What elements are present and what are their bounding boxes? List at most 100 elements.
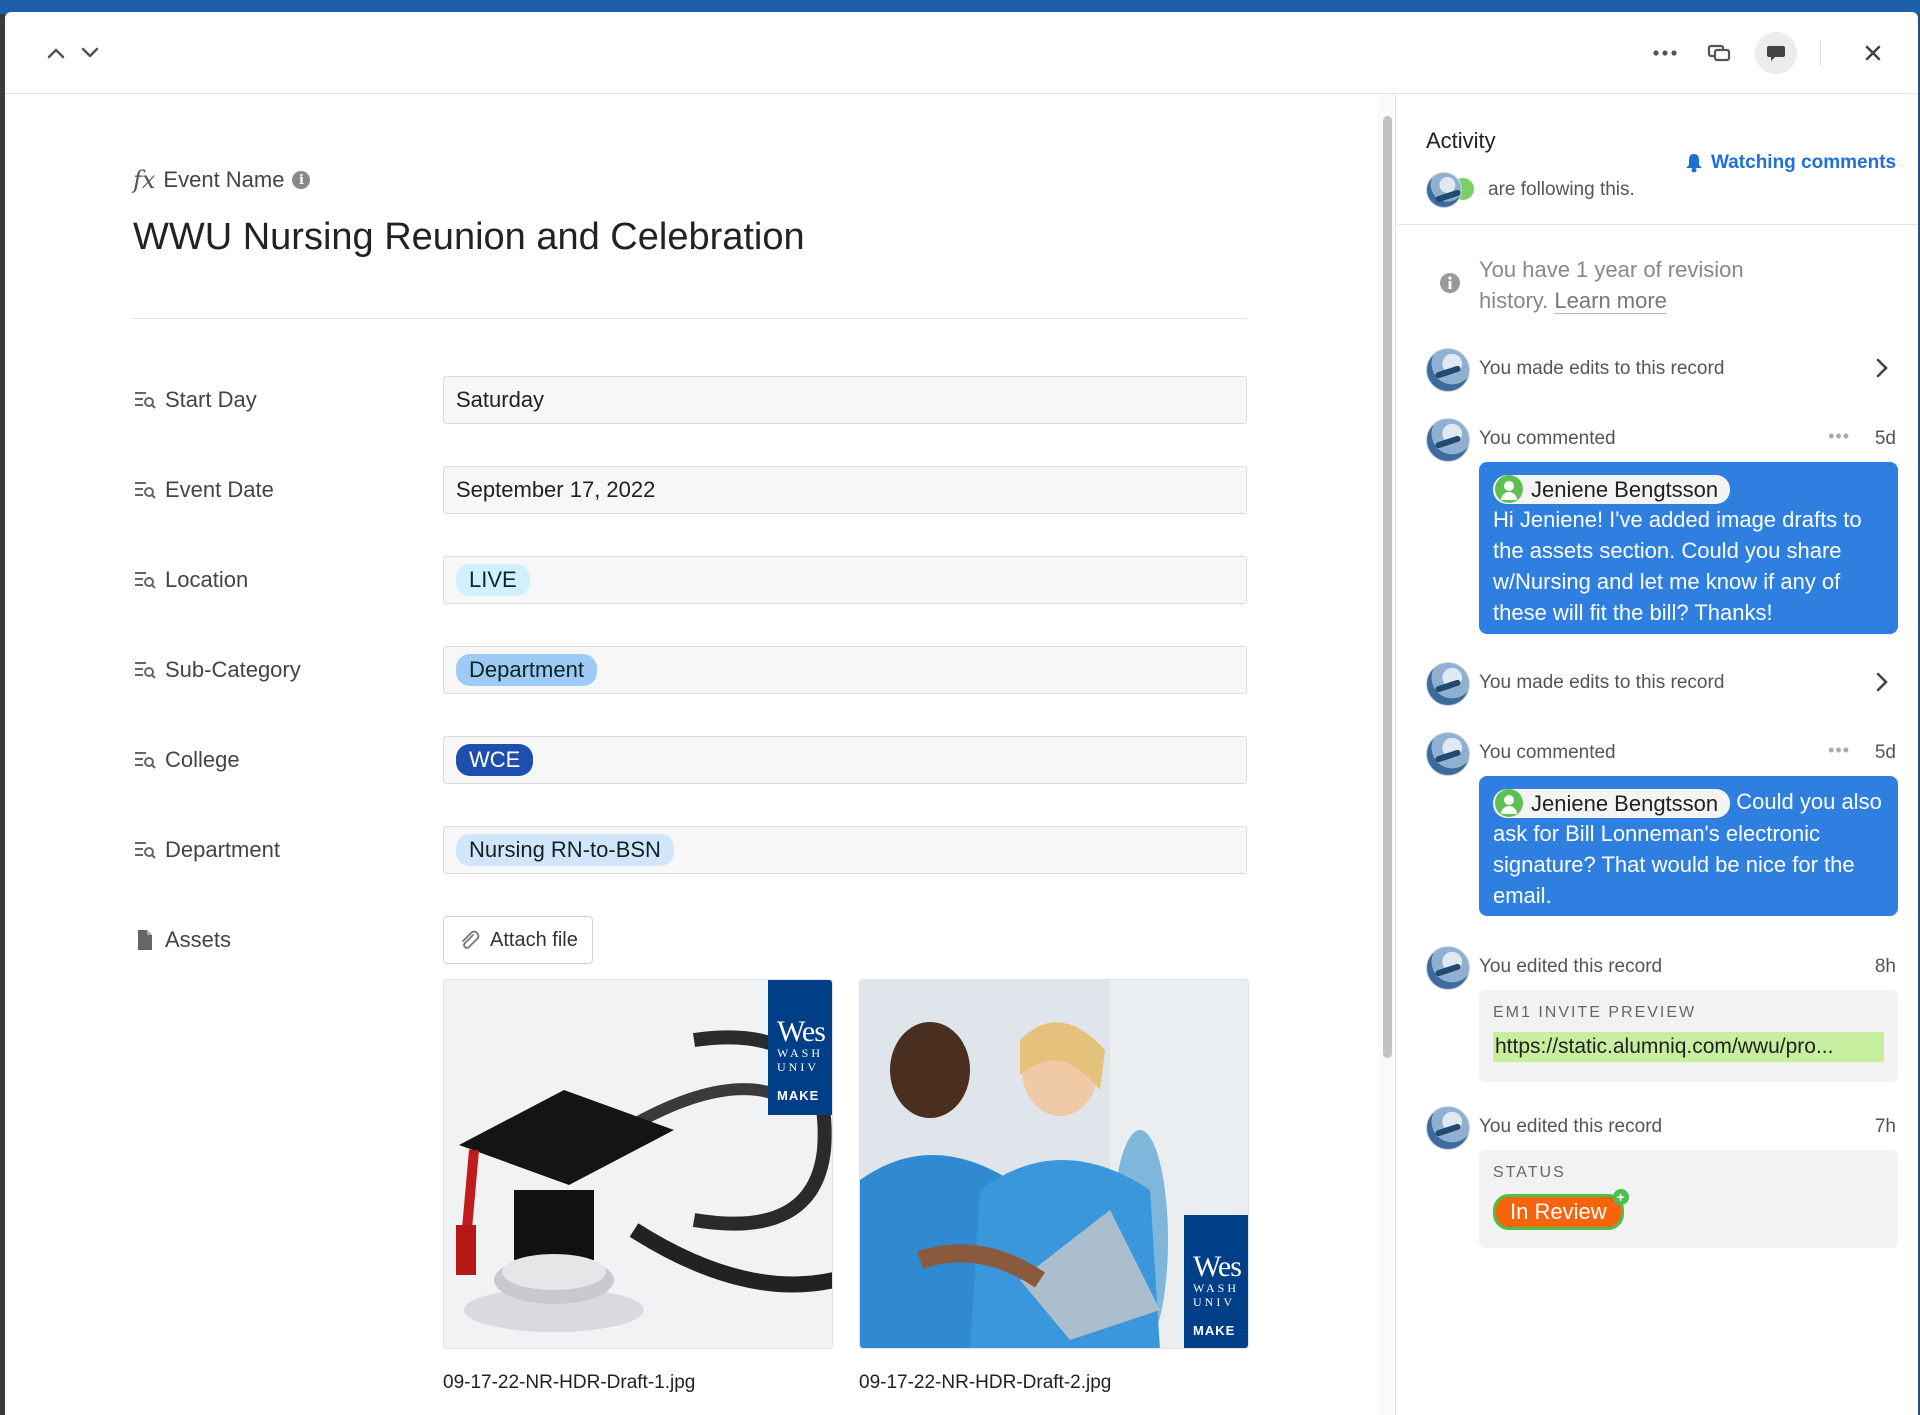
activity-event-comment: You commented ••• 5d Jeniene Bengtsson C… bbox=[1426, 732, 1898, 922]
sub-category-pill: Department bbox=[456, 654, 597, 686]
activity-event-edit[interactable]: You made edits to this record bbox=[1426, 662, 1896, 706]
field-label-text: Location bbox=[165, 567, 249, 592]
avatar bbox=[1426, 348, 1470, 392]
field-label: Start Day bbox=[133, 376, 257, 424]
activity-event-status-edit: You edited this record 7h STATUS In Revi… bbox=[1426, 1106, 1898, 1256]
field-row-department: Department Nursing RN-to-BSN bbox=[133, 826, 1247, 874]
logo-text: WASH bbox=[1193, 1281, 1240, 1295]
ellipsis-icon bbox=[1653, 50, 1677, 56]
bell-icon bbox=[1686, 154, 1702, 173]
asset-filename-1[interactable]: 09-17-22-NR-HDR-Draft-1.jpg bbox=[443, 1372, 695, 1394]
sub-category-value[interactable]: Department bbox=[443, 646, 1247, 694]
wwu-logo-badge: Wes WASH UNIV MAKE bbox=[1184, 1215, 1248, 1348]
followers-row: are following this. bbox=[1426, 172, 1635, 208]
field-label: Event Date bbox=[133, 466, 274, 514]
chevron-right-icon bbox=[1876, 672, 1888, 692]
field-label-text: Event Name bbox=[163, 167, 285, 192]
activity-event-edit[interactable]: You made edits to this record bbox=[1426, 348, 1896, 392]
learn-more-link[interactable]: Learn more bbox=[1554, 288, 1667, 314]
chevron-right-icon bbox=[1876, 358, 1888, 378]
scrollbar-thumb[interactable] bbox=[1383, 116, 1392, 1058]
attach-file-button[interactable]: Attach file bbox=[443, 916, 593, 964]
lookup-icon bbox=[135, 752, 156, 769]
avatar bbox=[1426, 418, 1470, 462]
event-text: You made edits to this record bbox=[1479, 358, 1725, 379]
status-text: In Review bbox=[1510, 1199, 1607, 1224]
college-pill: WCE bbox=[456, 744, 534, 776]
college-value[interactable]: WCE bbox=[443, 736, 1247, 784]
field-label: Department bbox=[133, 826, 280, 874]
wwu-logo-badge: Wes WASH UNIV MAKE bbox=[768, 980, 832, 1115]
activity-event-field-edit: You edited this record 8h EM1 INVITE PRE… bbox=[1426, 946, 1898, 1096]
asset-thumbnail-1[interactable]: Wes WASH UNIV MAKE bbox=[443, 979, 833, 1349]
event-text: You commented bbox=[1479, 742, 1616, 763]
field-label: Sub-Category bbox=[133, 646, 301, 694]
asset-thumbnail-2[interactable]: Wes WASH UNIV MAKE bbox=[859, 979, 1249, 1349]
asset-filename-2[interactable]: 09-17-22-NR-HDR-Draft-2.jpg bbox=[859, 1372, 1111, 1394]
location-value[interactable]: LIVE bbox=[443, 556, 1247, 604]
logo-text: WASH bbox=[777, 1046, 824, 1060]
event-time: 5d bbox=[1874, 428, 1896, 449]
avatar bbox=[1426, 172, 1462, 208]
mention-name: Jeniene Bengtsson bbox=[1531, 476, 1719, 502]
field-row-assets: Assets Attach file bbox=[133, 916, 1247, 964]
comment-bubble[interactable]: Jeniene Bengtsson Hi Jeniene! I've added… bbox=[1479, 462, 1898, 634]
field-label: College bbox=[133, 736, 240, 784]
watching-comments-button[interactable]: Watching comments bbox=[1685, 152, 1896, 174]
field-value-text: September 17, 2022 bbox=[456, 477, 656, 502]
field-row-start-day: Start Day Saturday bbox=[133, 376, 1247, 424]
logo-text: MAKE bbox=[1193, 1323, 1236, 1338]
event-name-field-label: fx Event Name i bbox=[133, 166, 311, 194]
close-button[interactable] bbox=[1858, 40, 1888, 66]
start-day-value[interactable]: Saturday bbox=[443, 376, 1247, 424]
lookup-icon bbox=[135, 392, 156, 409]
comment-menu-button[interactable]: ••• bbox=[1828, 740, 1850, 761]
field-label: Location bbox=[133, 556, 248, 604]
event-time: 7h bbox=[1874, 1116, 1896, 1137]
event-date-value[interactable]: September 17, 2022 bbox=[443, 466, 1247, 514]
chevron-down-icon bbox=[81, 47, 99, 58]
changed-field-label: STATUS bbox=[1493, 1164, 1566, 1181]
main-scrollbar[interactable] bbox=[1378, 94, 1396, 1415]
info-icon[interactable]: i bbox=[292, 171, 311, 189]
lookup-icon bbox=[135, 662, 156, 679]
comment-menu-button[interactable]: ••• bbox=[1828, 426, 1850, 447]
more-options-button[interactable] bbox=[1648, 40, 1682, 66]
department-value[interactable]: Nursing RN-to-BSN bbox=[443, 826, 1247, 874]
field-row-event-date: Event Date September 17, 2022 bbox=[133, 466, 1247, 514]
event-time: 8h bbox=[1874, 956, 1896, 977]
logo-text: Wes bbox=[777, 1015, 826, 1048]
activity-panel: Activity Watching comments are following… bbox=[1397, 94, 1918, 1415]
event-text: You made edits to this record bbox=[1479, 672, 1725, 693]
field-label-text: Department bbox=[165, 837, 280, 862]
activity-title: Activity bbox=[1426, 128, 1496, 153]
toggle-comments-button[interactable] bbox=[1755, 32, 1797, 74]
paperclip-icon bbox=[462, 930, 480, 949]
next-record-button[interactable] bbox=[75, 40, 105, 66]
field-value-text: Saturday bbox=[456, 387, 545, 412]
field-row-location: Location LIVE bbox=[133, 556, 1247, 604]
lookup-icon bbox=[135, 572, 156, 589]
watching-label: Watching comments bbox=[1711, 152, 1897, 173]
lookup-icon bbox=[135, 482, 156, 499]
comment-icon bbox=[1767, 46, 1785, 61]
event-text: You edited this record bbox=[1479, 956, 1663, 977]
comment-text: Hi Jeniene! I've added image drafts to t… bbox=[1493, 506, 1862, 625]
user-mention[interactable]: Jeniene Bengtsson bbox=[1493, 788, 1731, 818]
changed-field-label: EM1 INVITE PREVIEW bbox=[1493, 1004, 1697, 1021]
user-avatar-icon bbox=[1495, 475, 1523, 504]
logo-text: MAKE bbox=[777, 1088, 820, 1103]
record-body: fx Event Name i WWU Nursing Reunion and … bbox=[5, 94, 1378, 1415]
follower-avatars bbox=[1426, 172, 1478, 208]
department-pill: Nursing RN-to-BSN bbox=[456, 834, 674, 866]
user-mention[interactable]: Jeniene Bengtsson bbox=[1493, 474, 1731, 504]
revision-notice: You have 1 year of revision history. Lea… bbox=[1439, 254, 1779, 316]
location-pill: LIVE bbox=[456, 564, 530, 596]
previous-record-button[interactable] bbox=[41, 40, 71, 66]
expand-record-button[interactable] bbox=[1702, 40, 1736, 66]
modal-toolbar bbox=[5, 12, 1918, 94]
user-avatar-icon bbox=[1495, 789, 1523, 818]
comment-bubble[interactable]: Jeniene Bengtsson Could you also ask for… bbox=[1479, 776, 1898, 916]
changed-field-value[interactable]: https://static.alumniq.com/wwu/pro... bbox=[1493, 1032, 1884, 1062]
field-label: Assets bbox=[133, 916, 231, 964]
